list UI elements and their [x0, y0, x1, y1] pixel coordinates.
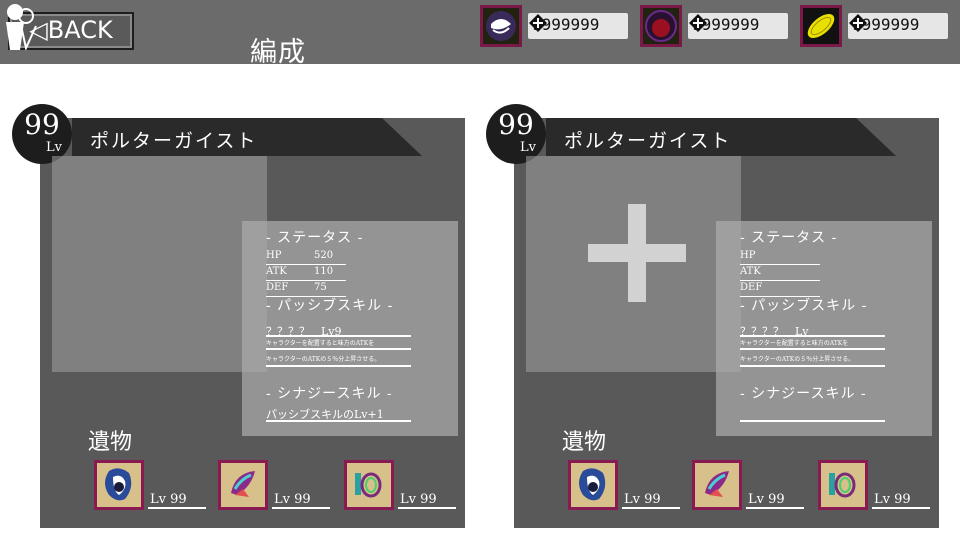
add-crystal-icon[interactable]	[528, 13, 548, 33]
passive-desc-1: キャラクターを配置すると味方のATKを	[266, 340, 375, 347]
relic-level: Lv 99	[272, 492, 330, 509]
character-name-bar: ポルターガイスト	[72, 118, 432, 156]
character-name: ポルターガイスト	[564, 130, 732, 152]
currency-crystal: 9999999	[480, 5, 630, 47]
feather-wing-relic-icon	[218, 460, 268, 510]
passive-heading: - パッシブスキル -	[740, 298, 868, 314]
synergy-divider	[740, 420, 885, 422]
relic-level: Lv 99	[746, 492, 804, 509]
passive-desc-2: キャラクターのATKの５％分上昇させる。	[266, 356, 381, 363]
relic-slot-1[interactable]: Lv 99	[94, 460, 206, 512]
relic-slot-3[interactable]: Lv 99	[818, 460, 930, 512]
stat-hp: HP	[740, 249, 820, 265]
passive-divider	[266, 348, 411, 350]
currency-crystal-count: 9999999	[528, 13, 628, 39]
green-ring-relic-icon	[818, 460, 868, 510]
relic-slot-2[interactable]: Lv 99	[692, 460, 804, 512]
synergy-divider	[266, 420, 411, 422]
relic-slot-2[interactable]: Lv 99	[218, 460, 330, 512]
blue-cloak-relic-icon	[94, 460, 144, 510]
green-ring-relic-icon	[344, 460, 394, 510]
screen-title: 編成	[250, 37, 306, 68]
currency-orb: 9999999	[640, 5, 790, 47]
status-heading: - ステータス -	[266, 230, 364, 246]
synergy-heading: - シナジースキル -	[266, 386, 393, 402]
blue-cloak-relic-icon	[568, 460, 618, 510]
relic-label: 遺物	[88, 430, 133, 455]
top-header: ◁BACK 編成 9999999 9999999 9999999	[0, 0, 960, 68]
stat-atk: ATK 110	[266, 265, 346, 281]
red-orb-icon	[640, 5, 682, 47]
passive-divider	[740, 348, 885, 350]
status-card: - ステータス - HP 520 ATK 110 DEF 75 - パッシブスキル -…	[242, 221, 458, 436]
passive-divider	[266, 335, 411, 337]
character-name-bar: ポルターガイスト	[546, 118, 906, 156]
add-character-slot[interactable]	[526, 156, 741, 372]
character-portrait[interactable]	[52, 156, 267, 372]
party-slot-1[interactable]: ポルターガイスト 99 Lv - ステータス - HP 520 ATK 110 DE…	[12, 104, 465, 528]
plus-icon	[588, 204, 686, 302]
character-silhouette-icon	[6, 4, 37, 50]
relic-level: Lv 99	[398, 492, 456, 509]
currency-coin: 9999999	[800, 5, 950, 47]
status-heading: - ステータス -	[740, 230, 838, 246]
relic-slot-3[interactable]: Lv 99	[344, 460, 456, 512]
gold-coin-icon	[800, 5, 842, 47]
feather-wing-relic-icon	[692, 460, 742, 510]
passive-divider	[740, 365, 885, 367]
character-name: ポルターガイスト	[90, 130, 258, 152]
currency-orb-count: 9999999	[688, 13, 788, 39]
relic-level: Lv 99	[148, 492, 206, 509]
passive-divider	[740, 335, 885, 337]
add-coin-icon[interactable]	[848, 13, 868, 33]
party-slot-2[interactable]: ポルターガイスト 99 Lv - ステータス - HP ATK DEF - パッ…	[486, 104, 939, 528]
currency-coin-count: 9999999	[848, 13, 948, 39]
stat-atk: ATK	[740, 265, 820, 281]
level-badge: 99 Lv	[486, 104, 546, 164]
passive-desc-1: キャラクターを配置すると味方のATKを	[740, 340, 849, 347]
passive-desc-2: キャラクターのATKの５％分上昇させる。	[740, 356, 855, 363]
add-orb-icon[interactable]	[688, 13, 708, 33]
passive-heading: - パッシブスキル -	[266, 298, 394, 314]
relic-slot-1[interactable]: Lv 99	[568, 460, 680, 512]
relic-level: Lv 99	[872, 492, 930, 509]
level-badge: 99 Lv	[12, 104, 72, 164]
synergy-heading: - シナジースキル -	[740, 386, 867, 402]
passive-divider	[266, 365, 411, 367]
stat-hp: HP 520	[266, 249, 346, 265]
relic-level: Lv 99	[622, 492, 680, 509]
swirl-crystal-icon	[480, 5, 522, 47]
status-card: - ステータス - HP ATK DEF - パッシブスキル - ？？？？ Lv…	[716, 221, 932, 436]
relic-label: 遺物	[562, 430, 607, 455]
